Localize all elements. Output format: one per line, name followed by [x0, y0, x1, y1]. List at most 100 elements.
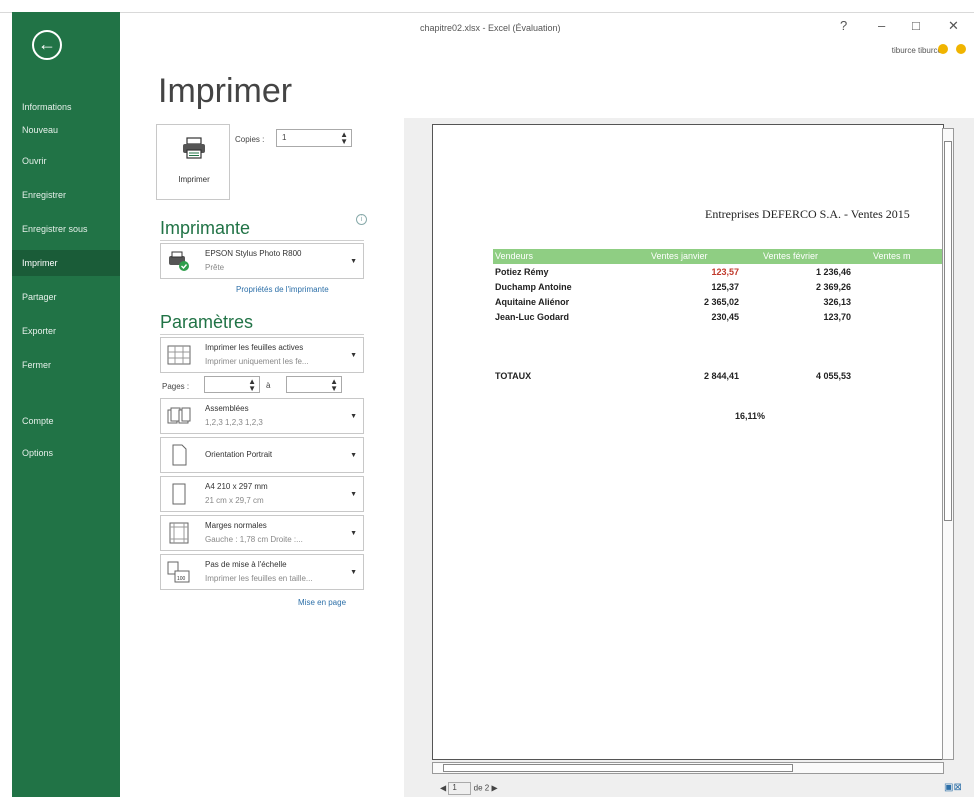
frown-icon[interactable]	[956, 44, 966, 54]
next-page-icon[interactable]: ▶	[491, 784, 497, 793]
header-cell: Ventes janvier	[651, 251, 708, 261]
back-arrow-icon[interactable]: ←	[32, 30, 62, 60]
setting-line2: Imprimer les feuilles en taille...	[205, 574, 313, 583]
collate-dropdown[interactable]: Assemblées 1,2,3 1,2,3 1,2,3 ▼	[160, 398, 364, 434]
copies-label: Copies :	[235, 135, 265, 144]
setting-line1: Orientation Portrait	[205, 450, 273, 459]
sidebar-item-exporter[interactable]: Exporter	[12, 318, 120, 344]
pages-label: Pages :	[162, 382, 190, 391]
setting-line2: Imprimer uniquement les fe...	[205, 357, 309, 366]
seller-name: Aquitaine Aliénor	[495, 297, 570, 307]
svg-text:100: 100	[177, 576, 186, 582]
maximize-button[interactable]: □	[912, 18, 920, 33]
january-value: 123,57	[711, 267, 739, 277]
chevron-down-icon: ▼	[350, 569, 357, 576]
margins-dropdown[interactable]: Marges normales Gauche : 1,78 cm Droite …	[160, 515, 364, 551]
setting-line2: Gauche : 1,78 cm Droite :...	[205, 535, 303, 544]
chevron-down-icon: ▼	[350, 413, 357, 420]
vertical-scrollbar[interactable]	[942, 128, 954, 760]
february-value: 123,70	[823, 312, 851, 322]
scaling-icon: 100	[167, 561, 190, 583]
totals-february: 4 055,53	[815, 371, 851, 381]
sidebar-item-options[interactable]: Options	[12, 440, 120, 466]
title-bar: chapitre02.xlsx - Excel (Évaluation) ? –…	[120, 12, 974, 55]
totals-january: 2 844,41	[703, 371, 739, 381]
margins-icon	[169, 522, 189, 544]
collate-icon	[167, 407, 191, 424]
printer-dropdown[interactable]: EPSON Stylus Photo R800 Prête ▼	[160, 243, 364, 279]
spin-arrows-icon[interactable]: ▲ ▼	[330, 378, 338, 393]
spin-arrows-icon[interactable]: ▲ ▼	[248, 378, 256, 393]
printer-ready-icon	[169, 251, 189, 271]
paper-size-dropdown[interactable]: A4 210 x 297 mm 21 cm x 29,7 cm ▼	[160, 476, 364, 512]
setting-line1: A4 210 x 297 mm	[205, 482, 268, 491]
sidebar-item-enregistrer[interactable]: Enregistrer	[12, 182, 120, 208]
previous-page-icon[interactable]: ◀	[440, 784, 446, 793]
setting-line1: Pas de mise à l'échelle	[205, 560, 287, 569]
paper-size-icon	[172, 483, 186, 505]
chevron-down-icon: ▼	[350, 452, 357, 459]
orientation-dropdown[interactable]: Orientation Portrait ▼	[160, 437, 364, 473]
chevron-down-icon: ▼	[350, 491, 357, 498]
help-button[interactable]: ?	[840, 18, 847, 33]
user-name[interactable]: tiburce tiburce	[892, 46, 942, 55]
scroll-thumb[interactable]	[944, 141, 952, 521]
sidebar-item-fermer[interactable]: Fermer	[12, 352, 120, 378]
pages-to-label: à	[266, 381, 271, 390]
sidebar-item-compte[interactable]: Compte	[12, 408, 120, 434]
page-setup-link[interactable]: Mise en page	[298, 598, 346, 607]
pages-from-input[interactable]: ▲ ▼	[204, 376, 260, 393]
scaling-dropdown[interactable]: 100 Pas de mise à l'échelle Imprimer les…	[160, 554, 364, 590]
setting-line2: 1,2,3 1,2,3 1,2,3	[205, 418, 263, 427]
print-what-dropdown[interactable]: Imprimer les feuilles actives Imprimer u…	[160, 337, 364, 373]
sheet-title: Entreprises DEFERCO S.A. - Ventes 2015	[705, 207, 910, 221]
portrait-page-icon	[172, 444, 187, 466]
sidebar-item-partager[interactable]: Partager	[12, 284, 120, 310]
setting-line1: Assemblées	[205, 404, 249, 413]
zoom-to-page-icon[interactable]: ⊠	[953, 782, 961, 793]
copies-value: 1	[282, 133, 287, 142]
settings-section-title: Paramètres	[160, 312, 254, 332]
february-value: 1 236,46	[815, 267, 851, 277]
january-value: 2 365,02	[703, 297, 739, 307]
close-button[interactable]: ✕	[948, 18, 959, 34]
february-value: 2 369,26	[815, 282, 851, 292]
chevron-down-icon: ▼	[350, 530, 357, 537]
page-navigator: ◀ 1 de 2 ▶	[440, 782, 498, 795]
smiley-icon[interactable]	[938, 44, 948, 54]
section-divider	[160, 240, 364, 241]
copies-stepper[interactable]: 1 ▲ ▼	[276, 129, 352, 147]
page-number-input[interactable]: 1	[448, 782, 472, 795]
preview-page: Entreprises DEFERCO S.A. - Ventes 2015 V…	[432, 124, 944, 760]
totals-label: TOTAUX	[495, 371, 532, 381]
sidebar-item-ouvrir[interactable]: Ouvrir	[12, 148, 120, 174]
printer-section-title: Imprimante	[160, 218, 251, 238]
print-button[interactable]: Imprimer	[156, 124, 230, 200]
backstage-sidebar: ← Informations Nouveau Ouvrir Enregistre…	[12, 12, 120, 797]
zoom-controls: ▣⊠	[944, 782, 962, 793]
sidebar-item-enregistrer-sous[interactable]: Enregistrer sous	[12, 216, 120, 242]
seller-name: Duchamp Antoine	[495, 282, 572, 292]
printer-name: EPSON Stylus Photo R800	[205, 249, 302, 258]
spin-arrows-icon[interactable]: ▲ ▼	[340, 131, 348, 146]
header-cell: Vendeurs	[495, 251, 534, 261]
percent-value: 16,11%	[734, 411, 765, 421]
section-divider	[160, 334, 364, 335]
seller-name: Potiez Rémy	[495, 267, 549, 277]
print-button-label: Imprimer	[178, 175, 210, 184]
pages-to-input[interactable]: ▲ ▼	[286, 376, 342, 393]
sidebar-item-nouveau[interactable]: Nouveau	[12, 117, 120, 143]
chevron-down-icon: ▼	[350, 258, 357, 265]
info-icon[interactable]: i	[356, 214, 367, 225]
horizontal-scrollbar[interactable]	[432, 762, 944, 774]
setting-line1: Imprimer les feuilles actives	[205, 343, 304, 352]
minimize-button[interactable]: –	[878, 18, 885, 33]
sidebar-item-imprimer[interactable]: Imprimer	[12, 250, 120, 276]
scroll-thumb[interactable]	[443, 764, 793, 772]
january-value: 125,37	[711, 282, 739, 292]
header-cell: Ventes m	[873, 251, 911, 261]
setting-line1: Marges normales	[205, 521, 267, 530]
february-value: 326,13	[823, 297, 851, 307]
printer-properties-link[interactable]: Propriétés de l'imprimante	[236, 285, 329, 294]
header-cell: Ventes février	[763, 251, 819, 261]
